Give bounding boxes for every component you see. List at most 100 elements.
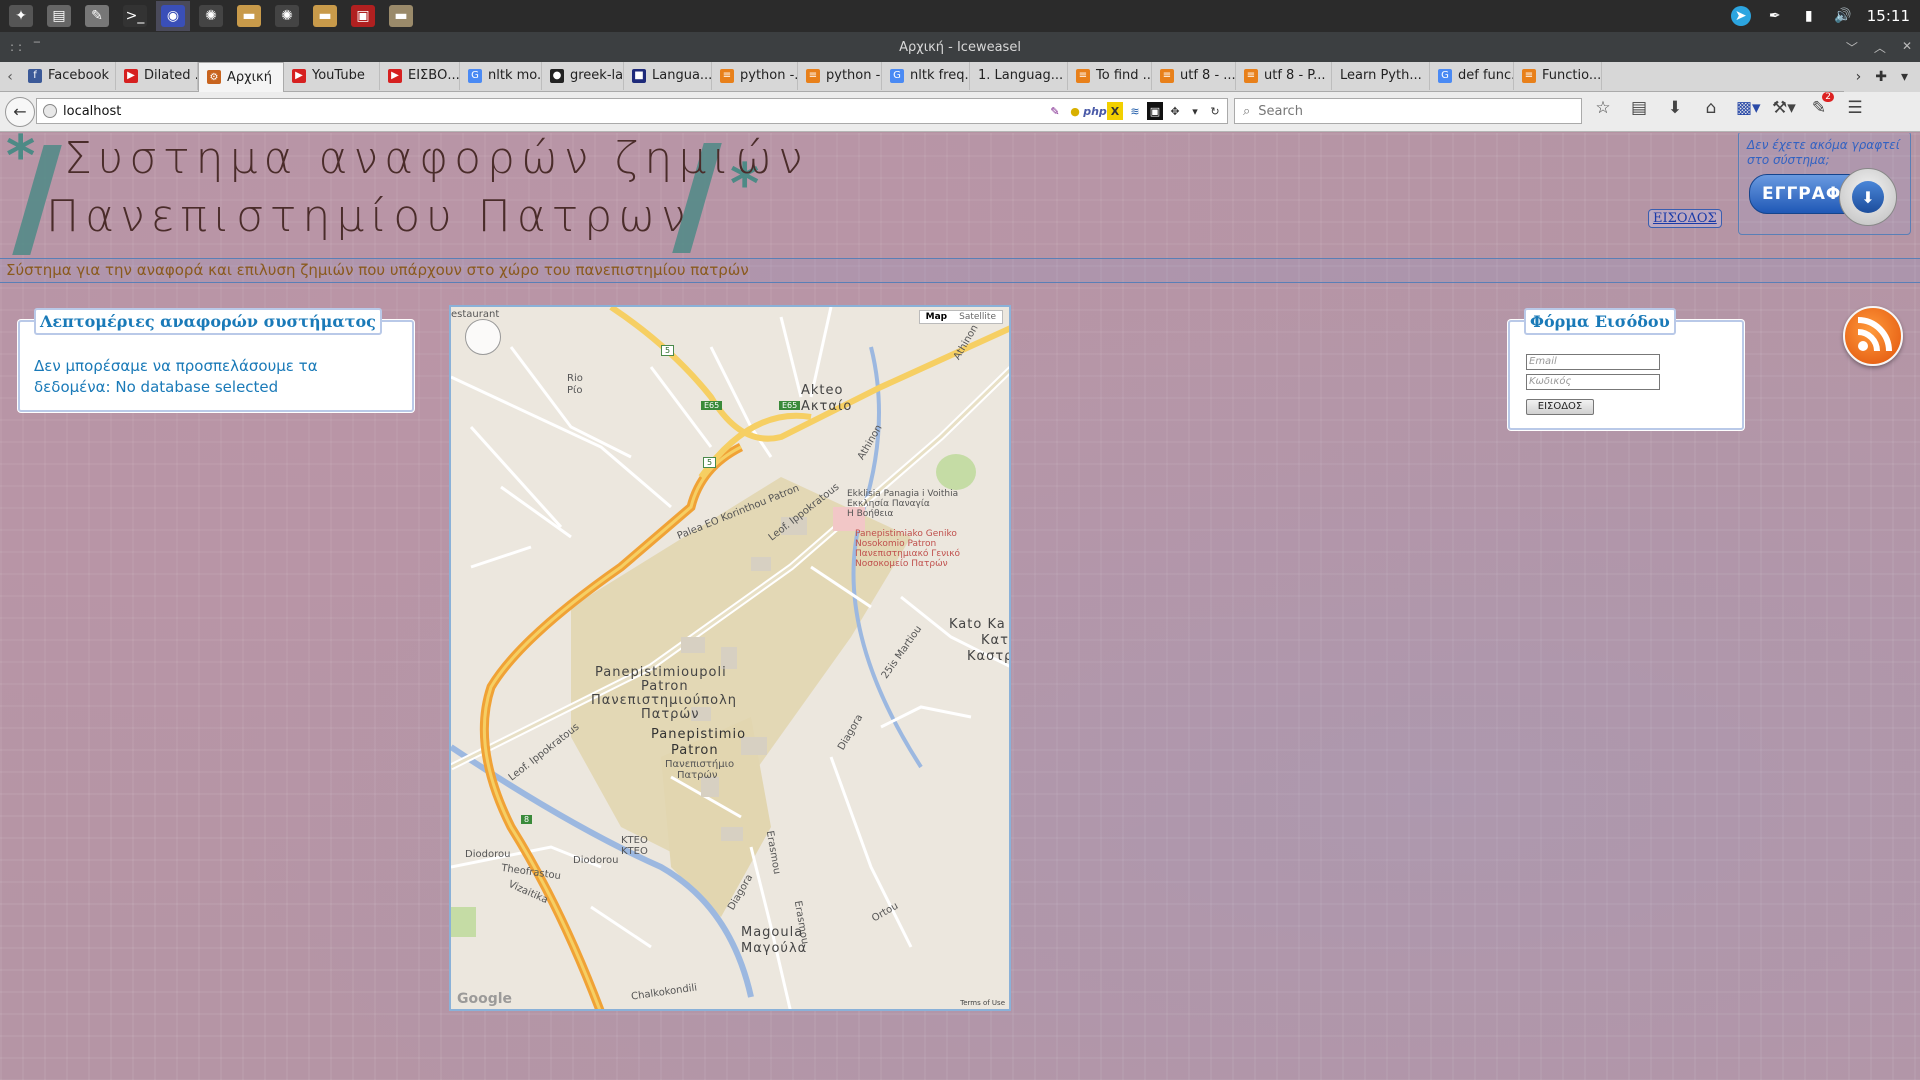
- login-submit-button[interactable]: ΕΙΣΟΔΟΣ: [1526, 399, 1594, 415]
- map-terms-link[interactable]: Terms of Use: [960, 999, 1005, 1007]
- new-tab-icon[interactable]: ✚: [1875, 69, 1887, 85]
- taskbar-app-button[interactable]: >_: [118, 1, 152, 31]
- home-icon[interactable]: ⌂: [1700, 98, 1722, 118]
- taskbar-app-button[interactable]: ✦: [4, 1, 38, 31]
- login-link[interactable]: ΕΙΣΟΔΟΣ: [1648, 209, 1722, 228]
- taskbar-app-button[interactable]: ✎: [80, 1, 114, 31]
- tab-scroll-left-icon[interactable]: ‹: [0, 69, 20, 85]
- tab-7[interactable]: ■ Langua...: [624, 61, 712, 90]
- battery-icon[interactable]: ▮: [1799, 6, 1819, 26]
- puzzle-addon-icon[interactable]: ✥: [1167, 102, 1183, 120]
- stackoverflow-icon: ≡: [1522, 68, 1536, 83]
- password-input[interactable]: Κωδικός: [1526, 374, 1660, 390]
- map-road-shield-5b: 5: [703, 457, 717, 468]
- tab-9[interactable]: ≡ python -...: [798, 61, 882, 90]
- tab-label: utf 8 - ...: [1180, 68, 1236, 83]
- tab-1[interactable]: ▶ Dilated ...: [116, 61, 198, 90]
- taskbar-app-button[interactable]: ▬: [384, 1, 418, 31]
- tab-8[interactable]: ≡ python -...: [712, 61, 798, 90]
- tab-3[interactable]: ▶ YouTube: [284, 61, 380, 90]
- tab-11[interactable]: 1. Languag...: [970, 61, 1068, 90]
- wrench-addon-icon[interactable]: ⚒▾: [1772, 98, 1796, 118]
- map-label-magoula: Magoula: [741, 925, 804, 940]
- error-message: Δεν μπορέσαμε να προσπελάσουμε τα δεδομέ…: [34, 357, 318, 396]
- map-label-kato-2: Κατ: [981, 633, 1009, 648]
- site-header: * * Συστημα αναφορών ζημιών Πανεπιστημίο…: [0, 133, 1920, 258]
- reading-list-icon[interactable]: ▤: [1628, 98, 1650, 118]
- taskbar-app-button[interactable]: ▬: [308, 1, 342, 31]
- lock-addon-icon[interactable]: ●: [1067, 102, 1083, 120]
- flag-addon-icon[interactable]: ▩▾: [1736, 98, 1761, 118]
- tab-scroll-right-icon[interactable]: ›: [1856, 69, 1862, 85]
- tab-0[interactable]: f Facebook: [20, 61, 116, 90]
- register-box: Δεν έχετε ακόμα γραφτεί στο σύστημα; ΕΓΓ…: [1738, 133, 1911, 235]
- taskbar-app-button[interactable]: ◉: [156, 1, 190, 31]
- taskbar-app-button[interactable]: ▤: [42, 1, 76, 31]
- taskbar-app-button[interactable]: ✺: [270, 1, 304, 31]
- tab-label: python -...: [740, 68, 798, 83]
- reload-icon[interactable]: ↻: [1207, 102, 1223, 120]
- close-icon[interactable]: ✕: [1902, 39, 1912, 56]
- tab-16[interactable]: Gdef func...: [1430, 61, 1514, 90]
- volume-icon[interactable]: 🔊: [1833, 6, 1853, 26]
- taskbar-app-button[interactable]: ✺: [194, 1, 228, 31]
- url-bar[interactable]: localhost ✎ ● php X ≋ ▣ ✥ ▾ ↻: [36, 98, 1228, 124]
- tab-label: Dilated ...: [144, 68, 197, 83]
- php-addon-icon[interactable]: php: [1083, 102, 1107, 120]
- maximize-icon[interactable]: ︿: [1874, 39, 1886, 56]
- dropdown-addon-icon[interactable]: ▾: [1187, 102, 1203, 120]
- search-bar[interactable]: ⌕ Search: [1234, 98, 1582, 124]
- pen-addon-icon[interactable]: ✎: [1047, 102, 1063, 120]
- tab-label: nltk mo...: [488, 68, 542, 83]
- square-addon-icon[interactable]: ▣: [1147, 102, 1163, 120]
- taskbar-app-button[interactable]: ▬: [232, 1, 266, 31]
- tab-13[interactable]: ≡ utf 8 - ...: [1152, 61, 1236, 90]
- tab-label: nltk freq...: [910, 68, 969, 83]
- taskbar-app-button[interactable]: ▣: [346, 1, 380, 31]
- map-label-university-gr-2: Πατρών: [677, 770, 718, 781]
- tab-17[interactable]: ≡ Functio...: [1514, 61, 1602, 90]
- x-addon-icon[interactable]: X: [1107, 102, 1123, 120]
- tab-strip-controls: › ✚ ▾: [1843, 62, 1920, 92]
- map-pan-control[interactable]: [465, 319, 501, 355]
- rss-feed-icon[interactable]: [1843, 306, 1903, 366]
- tab-10[interactable]: Gnltk freq...: [882, 61, 970, 90]
- map-label-aktaio: Ακταίο: [801, 399, 853, 414]
- tab-2[interactable]: ⚙Αρχική×: [198, 61, 284, 92]
- tab-label: def func...: [1458, 68, 1513, 83]
- tab-label: python -...: [826, 68, 881, 83]
- terminal-icon: >_: [123, 5, 147, 27]
- window-menu-icon[interactable]: :: ‾: [10, 40, 44, 54]
- wave-addon-icon[interactable]: ≋: [1127, 102, 1143, 120]
- google-map[interactable]: estaurant Akteo Ακταίο Rio Ρίο Ekklisia …: [449, 305, 1011, 1011]
- tab-label: greek-la...: [570, 68, 624, 83]
- download-icon[interactable]: ⬇: [1664, 98, 1686, 118]
- tab-6[interactable]: ● greek-la...: [542, 61, 624, 90]
- back-button[interactable]: ←: [5, 96, 35, 127]
- tab-label: Functio...: [1542, 68, 1602, 83]
- tab-12[interactable]: ≡ To find ...: [1068, 61, 1152, 90]
- tab-14[interactable]: ≡ utf 8 - P...: [1236, 61, 1332, 90]
- email-input[interactable]: Email: [1526, 354, 1660, 370]
- bookmark-star-icon[interactable]: ☆: [1592, 98, 1614, 118]
- map-type-satellite-button[interactable]: Satellite: [953, 311, 1002, 323]
- map-type-map-button[interactable]: Map: [920, 311, 953, 323]
- tab-15[interactable]: Learn Pyth...: [1332, 61, 1430, 90]
- all-tabs-dropdown-icon[interactable]: ▾: [1901, 69, 1908, 85]
- notifications-addon-icon[interactable]: ✎: [1808, 92, 1834, 118]
- tab-5[interactable]: Gnltk mo...: [460, 61, 542, 90]
- tab-4[interactable]: ▶ ΕΙΣΒΟ...: [380, 61, 460, 90]
- clock[interactable]: 15:11: [1867, 7, 1910, 25]
- url-text: localhost: [63, 103, 122, 119]
- menu-icon[interactable]: ☰: [1844, 98, 1866, 118]
- browser-icon: ◉: [161, 5, 185, 27]
- tab-label: utf 8 - P...: [1264, 68, 1326, 83]
- site-identity-icon[interactable]: [43, 104, 57, 118]
- telegram-icon[interactable]: ➤: [1730, 6, 1751, 26]
- toolbar-buttons: ☆ ▤ ⬇ ⌂ ▩▾ ⚒▾ ✎ ☰: [1592, 92, 1866, 118]
- map-type-control: Map Satellite: [918, 310, 1003, 324]
- minimize-icon[interactable]: ﹀: [1846, 39, 1858, 56]
- register-arrow-icon[interactable]: ⬇: [1839, 168, 1897, 226]
- pen-icon[interactable]: ✒: [1765, 6, 1785, 26]
- map-label-hospital-2: Nosokomio Patron: [855, 539, 937, 549]
